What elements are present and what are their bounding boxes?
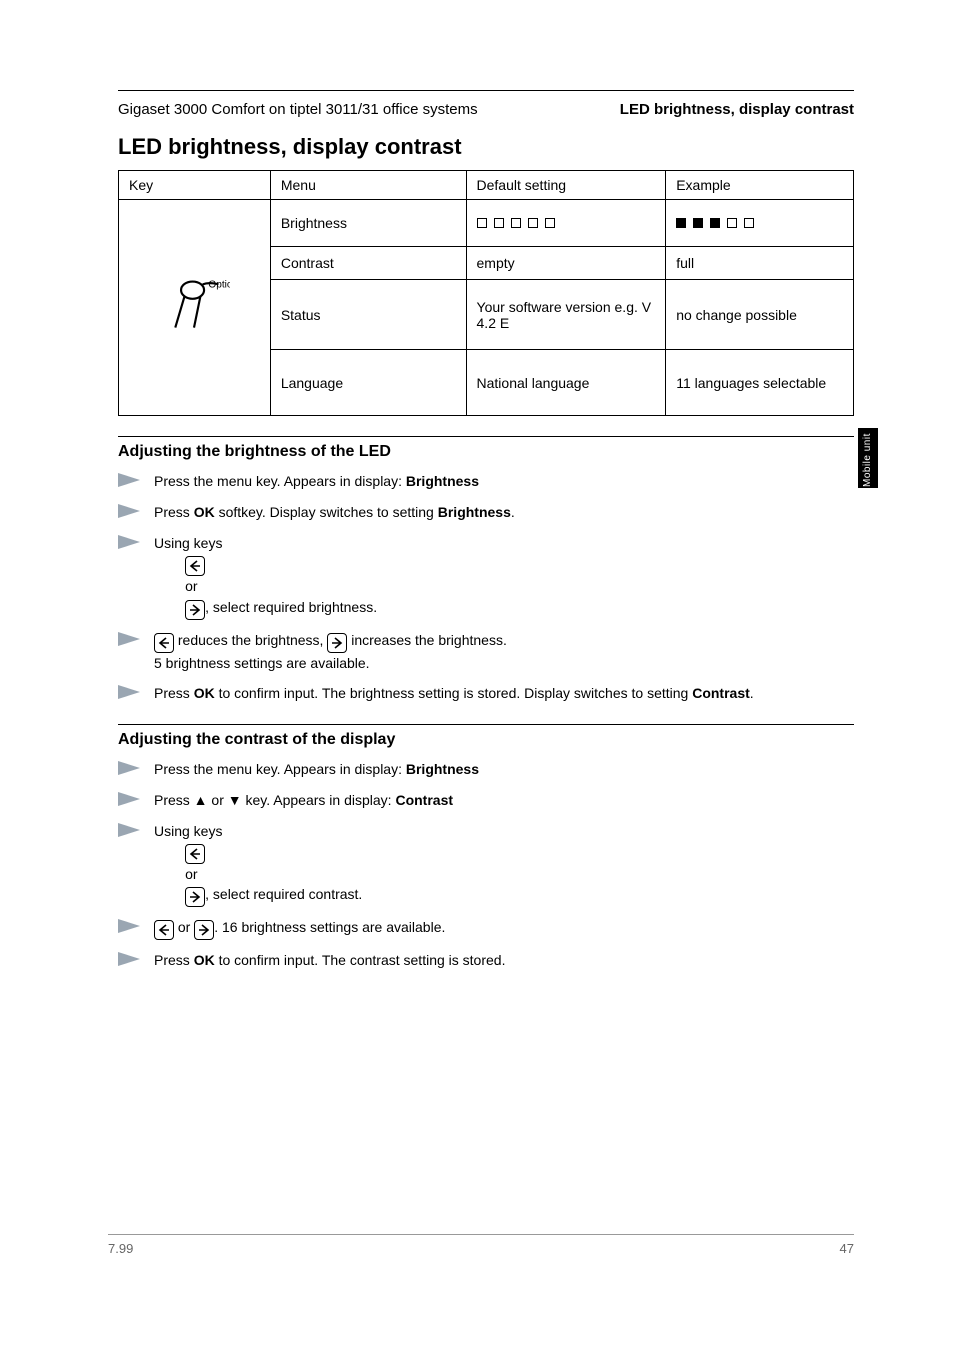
header-row: Gigaset 3000 Comfort on tiptel 3011/31 o… [118, 101, 854, 118]
cell-example: full [666, 246, 854, 280]
cell-default: National language [466, 350, 666, 416]
cell-menu: Status [270, 280, 466, 350]
arrow-left-icon [154, 633, 174, 653]
page-title: LED brightness, display contrast [118, 134, 854, 160]
cell-menu: Brightness [270, 200, 466, 247]
table-row: Options Options Brightness [119, 200, 854, 247]
step-text: Using keys or , select required brightne… [154, 533, 377, 620]
step: reduces the brightness, increases the br… [118, 630, 854, 673]
triangle-bullet-icon [118, 632, 148, 651]
th-menu: Menu [270, 171, 466, 200]
arrow-right-icon [185, 600, 205, 620]
side-tab-label: Mobile unit [860, 432, 876, 488]
finger-press-icon: Options [158, 270, 230, 345]
header-right: LED brightness, display contrast [620, 101, 854, 118]
step: Using keys or , select required brightne… [118, 533, 854, 620]
subsection-brightness: Adjusting the brightness of the LED Pres… [118, 436, 854, 704]
step: Press ▲ or ▼ key. Appears in display: Co… [118, 790, 854, 811]
step-text: Press the menu key. Appears in display: … [154, 471, 479, 491]
cell-example: no change possible [666, 280, 854, 350]
bar-icon [494, 218, 504, 228]
step: Press the menu key. Appears in display: … [118, 471, 854, 492]
cell-menu: Contrast [270, 246, 466, 280]
step-text: Press OK to confirm input. The contrast … [154, 950, 505, 970]
bar-icon [511, 218, 521, 228]
triangle-bullet-icon [118, 761, 148, 780]
table-header-row: Key Menu Default setting Example [119, 171, 854, 200]
brightness-bars-example [676, 218, 754, 228]
settings-table: Key Menu Default setting Example [118, 170, 854, 416]
step: or . 16 brightness settings are availabl… [118, 917, 854, 940]
triangle-bullet-icon [118, 685, 148, 704]
step: Press OK to confirm input. The contrast … [118, 950, 854, 971]
triangle-bullet-icon [118, 535, 148, 554]
triangle-bullet-icon [118, 823, 148, 842]
step: Press OK to confirm input. The brightnes… [118, 683, 854, 704]
step: Using keys or , select required contrast… [118, 821, 854, 908]
bar-icon [693, 218, 703, 228]
arrow-left-icon [185, 844, 205, 864]
bar-icon [727, 218, 737, 228]
bar-icon [676, 218, 686, 228]
footer-left: 7.99 [108, 1241, 133, 1256]
subsection-title: Adjusting the brightness of the LED [118, 443, 854, 461]
triangle-bullet-icon [118, 952, 148, 971]
th-default: Default setting [466, 171, 666, 200]
bar-icon [477, 218, 487, 228]
footer: 7.99 47 [108, 1234, 854, 1256]
subsection-title: Adjusting the contrast of the display [118, 731, 854, 749]
bar-icon [744, 218, 754, 228]
triangle-bullet-icon [118, 473, 148, 492]
cell-example: 11 languages selectable [666, 350, 854, 416]
step-text: Using keys or , select required contrast… [154, 821, 362, 908]
bar-icon [545, 218, 555, 228]
triangle-bullet-icon [118, 919, 148, 938]
subsection-rule [118, 724, 854, 725]
arrow-right-icon [185, 887, 205, 907]
svg-text:Options: Options [209, 279, 231, 290]
step-text: reduces the brightness, increases the br… [154, 630, 507, 673]
subsection-rule [118, 436, 854, 437]
arrow-left-icon [154, 920, 174, 940]
header-left: Gigaset 3000 Comfort on tiptel 3011/31 o… [118, 101, 478, 118]
step-text: or . 16 brightness settings are availabl… [154, 917, 445, 940]
step-text: Press ▲ or ▼ key. Appears in display: Co… [154, 790, 453, 810]
step-text: Press OK softkey. Display switches to se… [154, 502, 515, 522]
step-text: Press the menu key. Appears in display: … [154, 759, 479, 779]
th-example: Example [666, 171, 854, 200]
subsection-contrast: Adjusting the contrast of the display Pr… [118, 724, 854, 972]
arrow-right-icon [194, 920, 214, 940]
cell-default: empty [466, 246, 666, 280]
cell-key: Options Options [119, 200, 271, 416]
step: Press the menu key. Appears in display: … [118, 759, 854, 780]
cell-default: Your software version e.g. V 4.2 E [466, 280, 666, 350]
step-text: Press OK to confirm input. The brightnes… [154, 683, 754, 703]
bar-icon [710, 218, 720, 228]
cell-default [466, 200, 666, 247]
triangle-bullet-icon [118, 504, 148, 523]
step: Press OK softkey. Display switches to se… [118, 502, 854, 523]
arrow-left-icon [185, 556, 205, 576]
cell-menu: Language [270, 350, 466, 416]
cell-example [666, 200, 854, 247]
th-key: Key [119, 171, 271, 200]
triangle-bullet-icon [118, 792, 148, 811]
arrow-right-icon [327, 633, 347, 653]
brightness-bars-default [477, 218, 555, 228]
header-rule [118, 90, 854, 91]
footer-right: 47 [840, 1241, 854, 1256]
bar-icon [528, 218, 538, 228]
